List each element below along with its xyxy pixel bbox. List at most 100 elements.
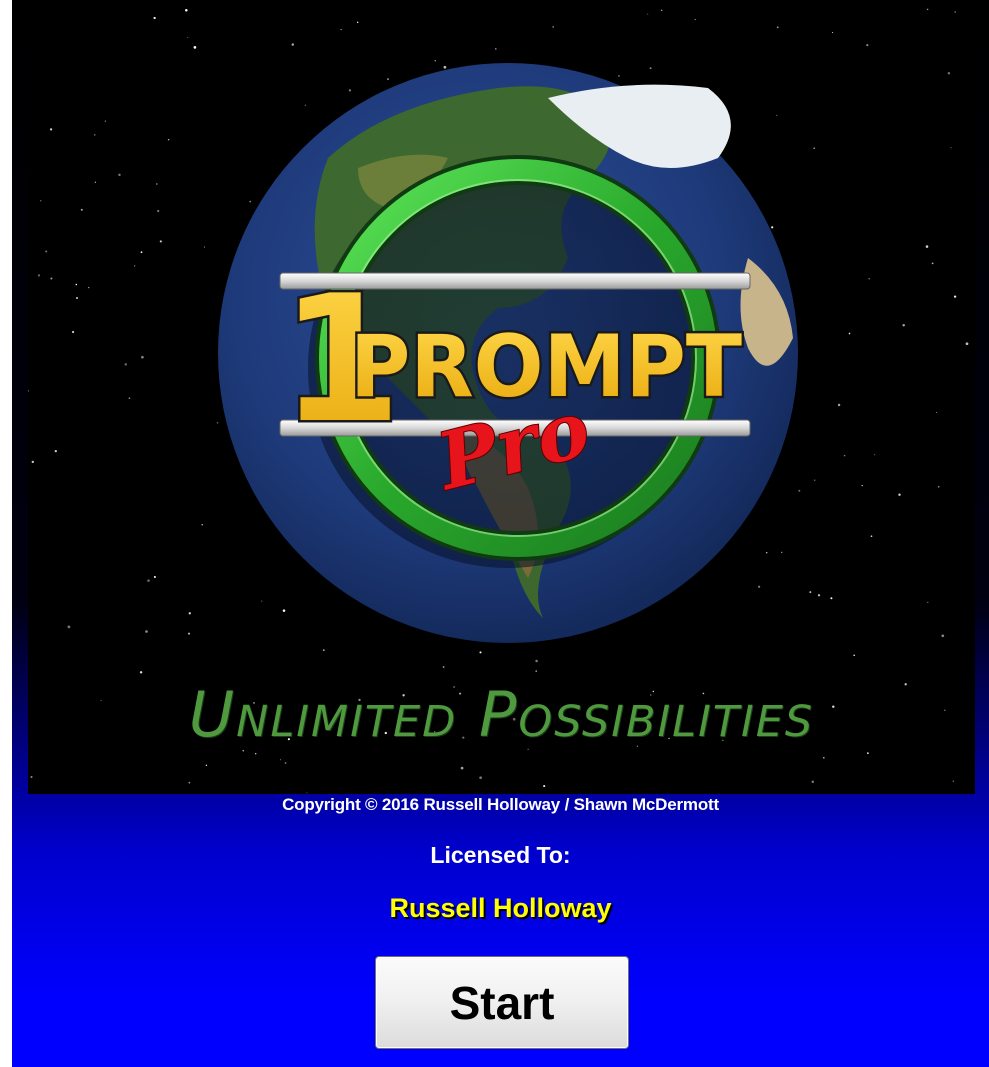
star (45, 250, 48, 253)
star (925, 245, 929, 248)
star (837, 403, 841, 407)
star (817, 594, 821, 597)
star (249, 200, 252, 203)
star (254, 752, 257, 755)
star (954, 11, 956, 13)
star (798, 489, 801, 492)
star (936, 411, 938, 413)
star (40, 200, 42, 202)
star (280, 759, 282, 761)
star (814, 479, 816, 481)
star (80, 208, 83, 211)
star (216, 422, 219, 424)
star (104, 120, 107, 122)
star (31, 460, 34, 464)
star (941, 634, 945, 638)
star (757, 585, 761, 588)
star (952, 780, 955, 782)
star (187, 632, 191, 635)
star (203, 246, 206, 248)
star (647, 13, 649, 15)
star (118, 173, 121, 177)
star (535, 659, 538, 663)
star (147, 579, 150, 582)
star (902, 323, 905, 327)
star (965, 342, 969, 346)
tagline: Unlimited Possibilities (188, 678, 815, 751)
star (535, 670, 537, 672)
star (128, 397, 131, 400)
star (618, 75, 620, 77)
star (291, 43, 294, 46)
star (813, 147, 816, 150)
star (552, 26, 554, 28)
star (776, 114, 778, 117)
star (322, 649, 325, 652)
star (953, 295, 957, 298)
star (867, 752, 869, 754)
star (387, 78, 389, 81)
star (87, 286, 90, 289)
star (781, 551, 783, 553)
star (139, 671, 143, 674)
star (49, 128, 53, 131)
star (304, 104, 307, 106)
star (927, 601, 929, 603)
star (861, 484, 863, 487)
star (937, 486, 940, 488)
star (28, 389, 30, 392)
star (201, 524, 203, 526)
star (157, 209, 160, 213)
star (442, 666, 445, 668)
star (145, 630, 148, 633)
star (188, 781, 191, 784)
splash-image: 1 PROMPT Pro Unlimited Possibilities (28, 8, 975, 794)
star (282, 609, 286, 612)
star (811, 780, 814, 783)
star (261, 600, 263, 602)
star (76, 297, 78, 299)
star (193, 46, 197, 49)
star (348, 89, 352, 92)
star (153, 16, 156, 20)
star (188, 612, 191, 615)
licensee-name: Russell Holloway (389, 893, 612, 923)
star (71, 330, 75, 334)
star (898, 493, 901, 496)
star (868, 278, 870, 280)
star (947, 71, 951, 75)
star (284, 762, 287, 764)
star (853, 654, 856, 657)
star (159, 240, 162, 243)
star (167, 138, 170, 141)
star (661, 9, 663, 11)
star (340, 29, 342, 31)
star (543, 785, 546, 788)
star (50, 277, 53, 280)
star (694, 18, 696, 21)
star (306, 792, 308, 794)
star (124, 363, 127, 366)
star (155, 183, 158, 185)
star (479, 651, 482, 654)
star (141, 355, 144, 359)
star (848, 332, 851, 335)
licensed-to-label: Licensed To: (430, 842, 571, 868)
star (822, 756, 825, 759)
star (926, 8, 929, 11)
star (771, 226, 774, 229)
star (649, 67, 652, 70)
star (37, 274, 41, 277)
star (434, 60, 436, 62)
star (460, 766, 464, 770)
start-button[interactable]: Start (375, 956, 629, 1049)
star (809, 591, 812, 594)
star (75, 283, 78, 286)
star (950, 147, 952, 149)
star (495, 48, 497, 50)
star (870, 535, 873, 538)
splash-window: 1 PROMPT Pro Unlimited Possibilities Cop… (12, 0, 989, 1067)
star (94, 134, 96, 136)
star (766, 552, 768, 554)
star (479, 776, 482, 780)
